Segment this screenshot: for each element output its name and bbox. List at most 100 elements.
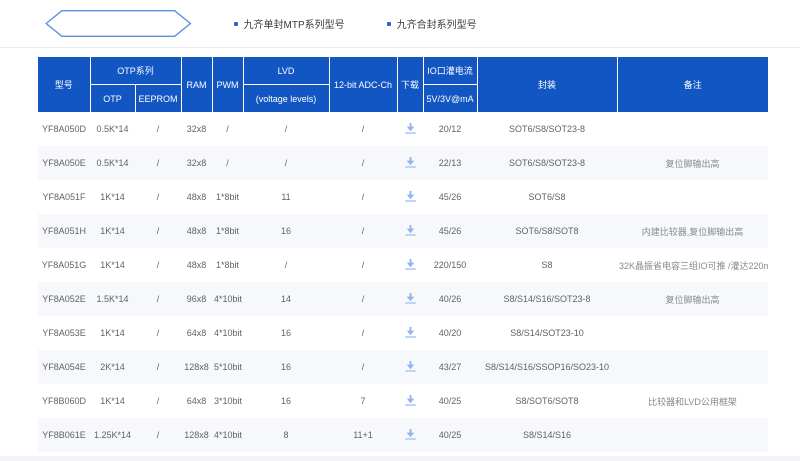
header-download: 下载 bbox=[397, 57, 423, 112]
cell-otp: 0.5K*14 bbox=[90, 146, 135, 180]
download-icon[interactable] bbox=[404, 429, 417, 440]
cell-model: YF8A051F bbox=[38, 180, 90, 214]
cell-otp: 2K*14 bbox=[90, 350, 135, 384]
cell-remark: 复位脚输出高 bbox=[617, 146, 768, 180]
download-icon[interactable] bbox=[404, 395, 417, 406]
tab-label: 九齐单封OTP系列型号 bbox=[73, 16, 174, 31]
cell-otp: 1.5K*14 bbox=[90, 282, 135, 316]
cell-remark bbox=[617, 112, 768, 146]
header-ram: RAM bbox=[181, 57, 212, 112]
cell-lvd: / bbox=[243, 112, 329, 146]
cell-download bbox=[397, 350, 423, 384]
cell-otp: 1K*14 bbox=[90, 214, 135, 248]
download-arrow-glyph bbox=[404, 327, 417, 338]
cell-remark: 32K晶振省电容三组IO可推 /灌达220mA bbox=[617, 248, 768, 282]
header-voltage-levels: (voltage levels) bbox=[243, 85, 329, 113]
cell-model: YF8A051G bbox=[38, 248, 90, 282]
download-icon[interactable] bbox=[404, 225, 417, 236]
header-io-current: IO口灌电流 bbox=[423, 57, 477, 85]
cell-download bbox=[397, 146, 423, 180]
cell-pwm: 4*10bit bbox=[212, 316, 243, 350]
download-icon[interactable] bbox=[404, 327, 417, 338]
cell-remark bbox=[617, 180, 768, 214]
cell-model: YF8B060D bbox=[38, 384, 90, 418]
cell-remark: 比较器和LVD公用框架 bbox=[617, 384, 768, 418]
cell-ram: 32x8 bbox=[181, 112, 212, 146]
cell-download bbox=[397, 418, 423, 452]
header-otp: OTP bbox=[90, 85, 135, 113]
tab-mtp-series[interactable]: 九齐单封MTP系列型号 bbox=[234, 16, 345, 31]
table-row: YF8A050E0.5K*14/32x8///22/13SOT6/S8/SOT2… bbox=[38, 146, 768, 180]
cell-ram: 48x8 bbox=[181, 214, 212, 248]
cell-otp: 1K*14 bbox=[90, 180, 135, 214]
cell-eeprom: / bbox=[135, 282, 181, 316]
cell-lvd: 16 bbox=[243, 350, 329, 384]
cell-io: 40/26 bbox=[423, 282, 477, 316]
download-arrow-glyph bbox=[404, 225, 417, 236]
cell-download bbox=[397, 248, 423, 282]
cell-package: S8/SOT6/SOT8 bbox=[477, 384, 617, 418]
cell-lvd: / bbox=[243, 146, 329, 180]
header-lvd: LVD bbox=[243, 57, 329, 85]
table-row: YF8A054E2K*14/128x85*10bit16/43/27S8/S14… bbox=[38, 350, 768, 384]
cell-pwm: 4*10bit bbox=[212, 282, 243, 316]
cell-download bbox=[397, 180, 423, 214]
download-icon[interactable] bbox=[404, 259, 417, 270]
cell-eeprom: / bbox=[135, 248, 181, 282]
cell-model: YF8A054E bbox=[38, 350, 90, 384]
download-arrow-glyph bbox=[404, 191, 417, 202]
cell-otp: 1K*14 bbox=[90, 384, 135, 418]
cell-model: YF8A053E bbox=[38, 316, 90, 350]
cell-adc: 7 bbox=[329, 384, 397, 418]
cell-lvd: 8 bbox=[243, 418, 329, 452]
cell-otp: 0.5K*14 bbox=[90, 112, 135, 146]
table-row: YF8A050D0.5K*14/32x8///20/12SOT6/S8/SOT2… bbox=[38, 112, 768, 146]
header-package: 封装 bbox=[477, 57, 617, 112]
tab-otp-series[interactable]: 九齐单封OTP系列型号 bbox=[45, 9, 192, 38]
cell-lvd: 16 bbox=[243, 316, 329, 350]
product-table: 型号 OTP系列 RAM PWM LVD 12-bit ADC-Ch 下载 IO… bbox=[38, 57, 768, 452]
cell-package: S8/S14/S16/SOT23-8 bbox=[477, 282, 617, 316]
cell-adc: / bbox=[329, 282, 397, 316]
cell-remark: 复位脚输出高 bbox=[617, 282, 768, 316]
cell-lvd: 14 bbox=[243, 282, 329, 316]
cell-adc: / bbox=[329, 316, 397, 350]
download-icon[interactable] bbox=[404, 157, 417, 168]
download-icon[interactable] bbox=[404, 361, 417, 372]
table-row: YF8A051F1K*14/48x81*8bit11/45/26SOT6/S8 bbox=[38, 180, 768, 214]
cell-io: 45/26 bbox=[423, 180, 477, 214]
cell-adc: / bbox=[329, 248, 397, 282]
download-icon[interactable] bbox=[404, 293, 417, 304]
cell-otp: 1.25K*14 bbox=[90, 418, 135, 452]
cell-package: SOT6/S8 bbox=[477, 180, 617, 214]
cell-io: 220/150 bbox=[423, 248, 477, 282]
cell-eeprom: / bbox=[135, 214, 181, 248]
cell-ram: 64x8 bbox=[181, 384, 212, 418]
cell-model: YF8A050E bbox=[38, 146, 90, 180]
cell-io: 20/12 bbox=[423, 112, 477, 146]
cell-io: 22/13 bbox=[423, 146, 477, 180]
cell-package: SOT6/S8/SOT23-8 bbox=[477, 146, 617, 180]
bottom-strip bbox=[0, 456, 800, 461]
cell-adc: / bbox=[329, 112, 397, 146]
tab-label: 九齐合封系列型号 bbox=[397, 16, 477, 31]
cell-download bbox=[397, 316, 423, 350]
tab-combined-series[interactable]: 九齐合封系列型号 bbox=[387, 16, 477, 31]
cell-pwm: 1*8bit bbox=[212, 180, 243, 214]
cell-lvd: / bbox=[243, 248, 329, 282]
header-pwm: PWM bbox=[212, 57, 243, 112]
download-arrow-glyph bbox=[404, 429, 417, 440]
download-arrow-glyph bbox=[404, 157, 417, 168]
cell-otp: 1K*14 bbox=[90, 316, 135, 350]
download-icon[interactable] bbox=[404, 123, 417, 134]
cell-lvd: 16 bbox=[243, 214, 329, 248]
cell-io: 40/25 bbox=[423, 384, 477, 418]
cell-lvd: 16 bbox=[243, 384, 329, 418]
table-row: YF8A051H1K*14/48x81*8bit16/45/26SOT6/S8/… bbox=[38, 214, 768, 248]
cell-remark bbox=[617, 316, 768, 350]
download-icon[interactable] bbox=[404, 191, 417, 202]
product-table-container: 型号 OTP系列 RAM PWM LVD 12-bit ADC-Ch 下载 IO… bbox=[38, 57, 800, 452]
cell-ram: 48x8 bbox=[181, 248, 212, 282]
cell-model: YF8A051H bbox=[38, 214, 90, 248]
cell-io: 45/26 bbox=[423, 214, 477, 248]
